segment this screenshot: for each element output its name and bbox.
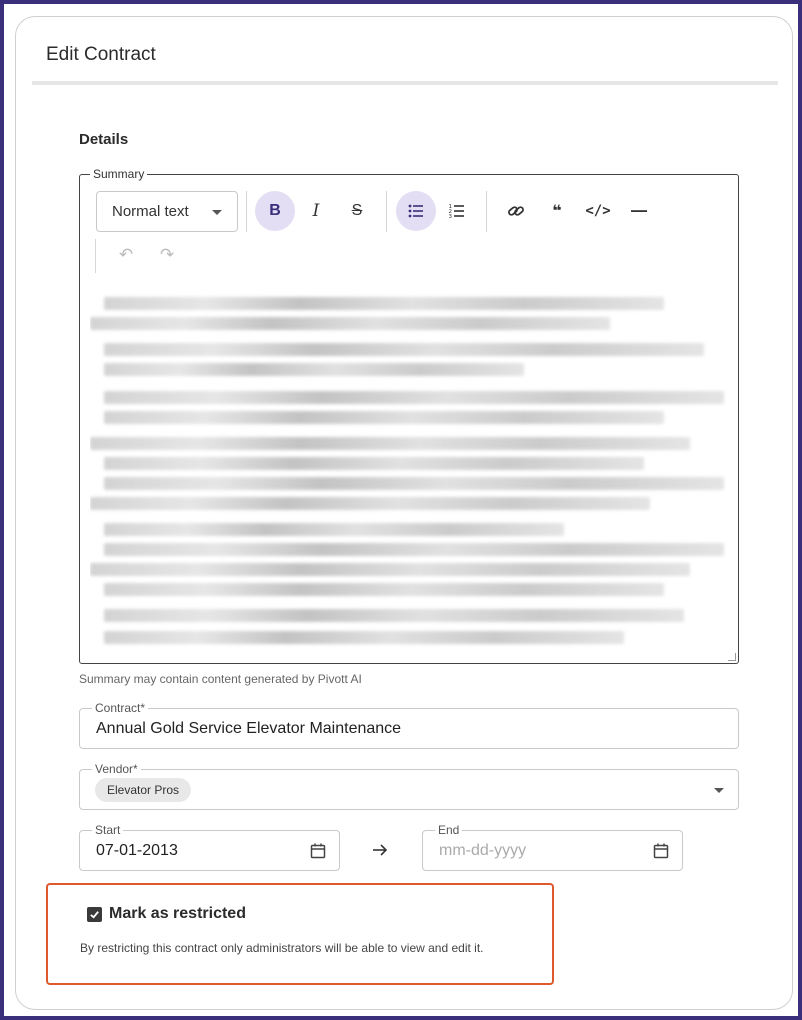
code-button[interactable]: </>: [578, 191, 618, 231]
italic-button[interactable]: I: [296, 191, 336, 231]
summary-helper-text: Summary may contain content generated by…: [79, 672, 362, 686]
redacted-text-line: [90, 317, 610, 330]
redacted-text-line: [104, 543, 724, 556]
page-frame: Edit Contract Details Summary Normal tex…: [4, 4, 798, 1016]
quote-icon: ❝: [552, 203, 562, 220]
strikethrough-icon: S: [351, 202, 363, 219]
undo-icon: ↶: [118, 245, 134, 264]
end-date-field[interactable]: End mm-dd-yyyy: [422, 823, 683, 871]
redacted-text-line: [90, 497, 650, 510]
summary-editor[interactable]: Summary Normal text B I S 1 2 3 ❝ </> ↶ …: [79, 167, 739, 664]
numbered-list-button[interactable]: 1 2 3: [437, 191, 477, 231]
end-date-legend: End: [435, 823, 463, 837]
page-title: Edit Contract: [46, 44, 156, 65]
contract-value: Annual Gold Service Elevator Maintenance: [96, 720, 402, 737]
editor-toolbar: Normal text B I S 1 2 3 ❝ </> ↶ ↷: [80, 175, 738, 275]
toolbar-divider: [486, 191, 487, 232]
redo-button[interactable]: ↷: [147, 235, 187, 275]
toolbar-divider: [246, 191, 247, 232]
redacted-text-line: [90, 437, 690, 450]
svg-text:3: 3: [449, 214, 453, 220]
redacted-text-line: [104, 457, 644, 470]
start-date-legend: Start: [92, 823, 124, 837]
redacted-text-line: [104, 411, 664, 424]
vendor-select[interactable]: Vendor* Elevator Pros: [79, 762, 739, 810]
toolbar-divider: [95, 239, 96, 273]
contract-field[interactable]: Contract* Annual Gold Service Elevator M…: [79, 701, 739, 749]
restricted-section: Mark as restricted By restricting this c…: [46, 883, 554, 985]
text-format-select[interactable]: Normal text: [96, 191, 238, 232]
redacted-text-line: [104, 523, 564, 536]
link-button[interactable]: [496, 191, 536, 231]
redacted-text-line: [104, 583, 664, 596]
redacted-text-line: [104, 343, 704, 356]
redacted-text-line: [104, 363, 524, 376]
redacted-text-line: [104, 477, 724, 490]
redacted-text-line: [104, 631, 624, 644]
edit-contract-card: Edit Contract Details Summary Normal tex…: [15, 16, 793, 1010]
title-divider: [32, 81, 778, 85]
toolbar-divider: [386, 191, 387, 232]
start-date-value: 07-01-2013: [96, 842, 178, 859]
italic-icon: I: [312, 201, 320, 221]
redacted-text-line: [104, 297, 664, 310]
blockquote-button[interactable]: ❝: [537, 191, 577, 231]
redo-icon: ↷: [159, 245, 175, 264]
summary-content-redacted[interactable]: [90, 287, 730, 657]
contract-legend: Contract*: [92, 701, 149, 715]
vendor-chip[interactable]: Elevator Pros: [95, 778, 192, 802]
end-date-placeholder: mm-dd-yyyy: [439, 842, 527, 859]
bullet-list-icon: [408, 204, 423, 218]
bold-icon: B: [269, 202, 281, 219]
code-icon: </>: [585, 203, 611, 219]
start-date-field[interactable]: Start 07-01-2013: [79, 823, 340, 871]
bold-button[interactable]: B: [255, 191, 295, 231]
undo-button[interactable]: ↶: [106, 235, 146, 275]
horizontal-rule-icon: [631, 210, 647, 212]
link-icon: [508, 206, 524, 216]
bullet-list-button[interactable]: [396, 191, 436, 231]
horizontal-rule-button[interactable]: [619, 191, 659, 231]
numbered-list-icon: 1 2 3: [449, 204, 464, 220]
vendor-legend: Vendor*: [92, 762, 141, 776]
chevron-down-icon: [714, 788, 724, 793]
chevron-down-icon: [212, 210, 222, 215]
details-section-title: Details: [79, 131, 129, 148]
calendar-icon[interactable]: [309, 842, 327, 860]
redacted-text-line: [104, 391, 724, 404]
resize-grip-icon[interactable]: [728, 653, 736, 661]
arrow-right-icon: [373, 844, 388, 856]
restricted-label[interactable]: Mark as restricted: [109, 905, 246, 923]
calendar-icon[interactable]: [652, 842, 670, 860]
text-format-value: Normal text: [112, 203, 189, 220]
redacted-text-line: [90, 563, 690, 576]
checkmark-icon: [90, 911, 99, 919]
restricted-description: By restricting this contract only admini…: [80, 941, 484, 955]
strikethrough-button[interactable]: S: [337, 191, 377, 231]
restricted-checkbox[interactable]: [87, 907, 102, 922]
redacted-text-line: [104, 609, 684, 622]
